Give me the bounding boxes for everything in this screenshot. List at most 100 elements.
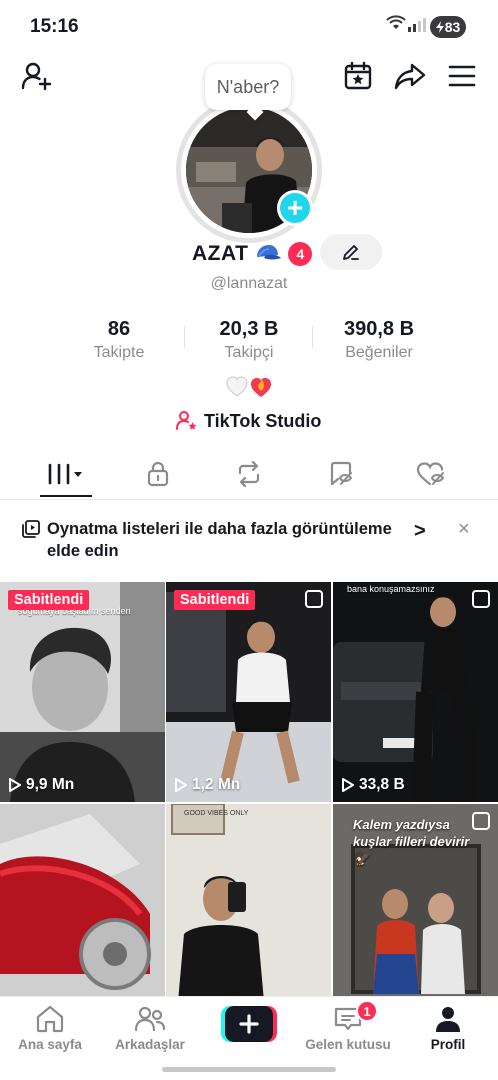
- clock: 15:16: [30, 16, 79, 37]
- following-label: Takipte: [93, 344, 145, 361]
- home-indicator: [162, 1067, 336, 1072]
- nav-inbox-label: Gelen kutusu: [305, 1037, 391, 1052]
- stat-divider: [312, 326, 313, 348]
- following-count: 86: [107, 318, 131, 340]
- share-profile-button[interactable]: [392, 58, 428, 94]
- followers-count: 20,3 B: [219, 318, 279, 340]
- menu-button[interactable]: [444, 58, 480, 94]
- add-story-button[interactable]: +: [277, 190, 313, 226]
- profile-name-row: AZAT 4: [192, 238, 313, 270]
- lock-icon: [147, 461, 169, 487]
- video-thumbnail[interactable]: GOOD VIBES ONLY: [166, 804, 331, 1000]
- followers-stat[interactable]: 20,3 B Takipçi: [184, 318, 314, 362]
- active-tab-indicator: [40, 495, 92, 497]
- view-count: 1,2 Mn: [174, 776, 240, 794]
- calendar-star-icon: [344, 61, 372, 90]
- video-thumbnail[interactable]: Kalem yazdıysa kuşlar filleri devirir 🦅: [333, 804, 498, 1000]
- studio-label: TikTok Studio: [204, 410, 322, 431]
- video-thumbnail[interactable]: Sabitlendi 1,2 Mn: [166, 582, 331, 802]
- studio-user-star-icon: [176, 411, 197, 430]
- playlist-promo-banner[interactable]: Oynatma listeleri ile daha fazla görüntü…: [0, 500, 498, 580]
- nav-friends[interactable]: Arkadaşlar: [100, 1005, 200, 1052]
- rank-badge[interactable]: 4: [288, 242, 313, 266]
- repost-icon: [238, 461, 260, 487]
- video-caption: GOOD VIBES ONLY: [184, 810, 249, 817]
- home-icon: [36, 1005, 64, 1033]
- video-thumbnail-image: [166, 804, 331, 1000]
- play-icon: [175, 778, 187, 792]
- note-text: N'aber?: [216, 76, 280, 97]
- video-grid: soğumaya başladım senden Sabitlendi 9,9 …: [0, 582, 498, 1000]
- nav-inbox[interactable]: Gelen kutusu: [298, 1005, 398, 1052]
- charging-bolt-icon: [435, 21, 444, 33]
- banner-text: Oynatma listeleri ile daha fazla görüntü…: [47, 520, 392, 560]
- play-icon: [9, 778, 21, 792]
- username-handle: @lannazat: [210, 275, 288, 292]
- tiktok-studio-link[interactable]: TikTok Studio: [176, 408, 321, 434]
- status-bar: 15:16 83: [0, 0, 498, 52]
- likes-count: 390,8 B: [343, 318, 415, 340]
- pinned-badge: Sabitlendi: [8, 590, 90, 610]
- bookmark-icon: [330, 461, 353, 486]
- add-friend-button[interactable]: [18, 58, 54, 94]
- cellular-signal-icon: [408, 18, 426, 37]
- battery-indicator: 83: [430, 16, 466, 38]
- tab-videos[interactable]: [36, 450, 96, 498]
- nav-home[interactable]: Ana sayfa: [0, 1005, 100, 1052]
- create-plus-icon: [221, 1006, 277, 1042]
- create-button[interactable]: [221, 1006, 277, 1042]
- following-stat[interactable]: 86 Takipte: [54, 318, 184, 362]
- pencil-icon: [343, 245, 359, 260]
- followers-label: Takipçi: [224, 344, 274, 361]
- edit-profile-button[interactable]: [320, 234, 382, 270]
- carousel-icon: [305, 590, 323, 608]
- share-arrow-icon: [394, 63, 426, 90]
- video-thumbnail[interactable]: soğumaya başladım senden Sabitlendi 9,9 …: [0, 582, 165, 802]
- nav-profile[interactable]: Profil: [398, 1005, 498, 1052]
- add-user-icon: [21, 62, 52, 91]
- view-count-value: 9,9 Mn: [26, 776, 75, 793]
- playlist-icon: [22, 520, 40, 538]
- heart-icon: [416, 462, 445, 486]
- view-count: 33,8 B: [341, 776, 405, 794]
- video-thumbnail-image: [333, 582, 498, 802]
- video-caption: Kalem yazdıysa kuşlar filleri devirir 🦅: [353, 817, 470, 866]
- tab-liked[interactable]: [401, 450, 461, 498]
- friends-icon: [134, 1006, 166, 1032]
- nav-profile-label: Profil: [430, 1037, 466, 1052]
- note-bubble[interactable]: N'aber?: [205, 64, 291, 110]
- grid-icon: [48, 463, 82, 485]
- profile-tabs: [0, 450, 498, 500]
- carousel-icon: [472, 590, 490, 608]
- video-thumbnail-image: [166, 582, 331, 802]
- close-icon[interactable]: ×: [458, 518, 470, 541]
- play-icon: [342, 778, 354, 792]
- tab-favorites[interactable]: [311, 450, 371, 498]
- tab-reposts[interactable]: [219, 450, 279, 498]
- inbox-badge: 1: [356, 1000, 378, 1022]
- cap-emoji-icon: [257, 245, 282, 260]
- video-thumbnail[interactable]: [0, 804, 165, 1000]
- likes-label: Beğeniler: [345, 344, 413, 361]
- view-count-value: 1,2 Mn: [192, 776, 241, 793]
- video-thumbnail-image: [0, 804, 165, 1000]
- video-caption: bana konuşamazsınız: [347, 584, 435, 594]
- video-thumbnail[interactable]: bana konuşamazsınız 33,8 B: [333, 582, 498, 802]
- view-count: 9,9 Mn: [8, 776, 74, 794]
- battery-percent: 83: [444, 19, 461, 35]
- pinned-badge: Sabitlendi: [174, 590, 256, 610]
- likes-stat[interactable]: 390,8 B Beğeniler: [314, 318, 444, 362]
- profile-icon: [436, 1007, 460, 1032]
- plus-icon: +: [286, 192, 304, 223]
- bio-emoji: 🤍❤️‍🔥: [226, 376, 271, 397]
- nav-friends-label: Arkadaşlar: [115, 1037, 185, 1052]
- calendar-button[interactable]: [340, 58, 376, 94]
- profile-name: AZAT: [192, 242, 249, 265]
- view-count-value: 33,8 B: [359, 776, 405, 793]
- wifi-icon: [386, 15, 406, 36]
- tab-private[interactable]: [128, 450, 188, 498]
- carousel-icon: [472, 812, 490, 830]
- chevron-right-icon[interactable]: >: [414, 520, 426, 543]
- hamburger-menu-icon: [448, 65, 476, 87]
- nav-home-label: Ana sayfa: [18, 1037, 82, 1052]
